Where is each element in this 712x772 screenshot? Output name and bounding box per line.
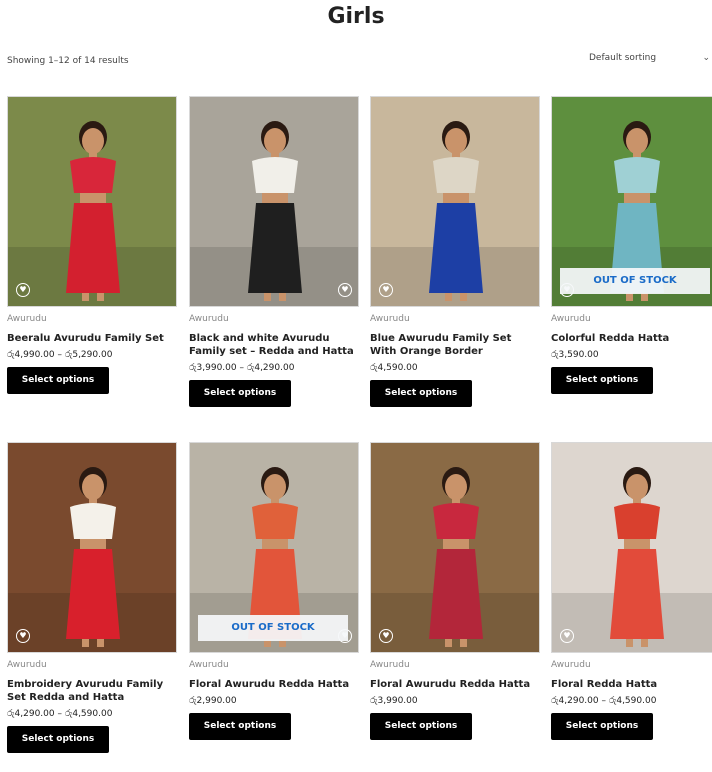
product-image[interactable]: ♥ [7,442,177,653]
product-price: රු4,290.00 – රු4,590.00 [551,696,657,706]
product-category[interactable]: Awurudu [189,314,359,324]
product-card: ♥ Awurudu Beeralu Avurudu Family Set රු4,99… [7,96,177,394]
out-of-stock-badge: OUT OF STOCK [198,615,348,641]
result-count: Showing 1–12 of 14 results [7,56,129,66]
product-card: ♥OUT OF STOCK Awurudu Floral Awurudu Redda… [189,442,359,740]
product-name[interactable]: Floral Awurudu Redda Hatta [189,678,359,691]
product-image[interactable]: ♥ [189,96,359,307]
product-category[interactable]: Awurudu [370,314,540,324]
product-name[interactable]: Black and white Avurudu Family set – Red… [189,332,359,358]
select-options-button[interactable]: Select options [7,367,109,394]
select-options-button[interactable]: Select options [551,713,653,740]
page-title: Girls [327,4,385,29]
select-options-button[interactable]: Select options [551,367,653,394]
brand-watermark-icon: ♥ [379,283,393,297]
product-category[interactable]: Awurudu [189,660,359,670]
product-price: රු4,990.00 – රු5,290.00 [7,350,113,360]
product-image[interactable]: ♥OUT OF STOCK [189,442,359,653]
brand-watermark-icon: ♥ [379,629,393,643]
product-category[interactable]: Awurudu [370,660,540,670]
brand-watermark-icon: ♥ [338,283,352,297]
select-options-button[interactable]: Select options [189,713,291,740]
product-category[interactable]: Awurudu [551,314,712,324]
product-name[interactable]: Beeralu Avurudu Family Set [7,332,177,345]
product-category[interactable]: Awurudu [551,660,712,670]
product-card: ♥ Awurudu Floral Redda Hatta රු4,290.00 – ර… [551,442,712,740]
product-price: රු3,590.00 [551,350,599,360]
product-card: ♥ Awurudu Embroidery Avurudu Family Set Re… [7,442,177,753]
product-image[interactable]: ♥ [370,442,540,653]
brand-watermark-icon: ♥ [560,629,574,643]
product-price: රු3,990.00 – රු4,290.00 [189,363,295,373]
product-image[interactable]: ♥ [551,442,712,653]
product-image[interactable]: ♥ [7,96,177,307]
product-image[interactable]: ♥ [370,96,540,307]
brand-watermark-icon: ♥ [16,283,30,297]
product-card: ♥ Awurudu Black and white Avurudu Family s… [189,96,359,407]
product-price: රු4,290.00 – රු4,590.00 [7,709,113,719]
product-price: රු2,990.00 [189,696,237,706]
select-options-button[interactable]: Select options [370,380,472,407]
sorting-value: Default sorting [589,53,657,63]
product-name[interactable]: Floral Redda Hatta [551,678,712,691]
out-of-stock-badge: OUT OF STOCK [560,268,710,294]
product-name[interactable]: Colorful Redda Hatta [551,332,712,345]
product-price: රු3,990.00 [370,696,418,706]
product-card: ♥ Awurudu Blue Awurudu Family Set With Ora… [370,96,540,407]
product-name[interactable]: Blue Awurudu Family Set With Orange Bord… [370,332,540,358]
product-category[interactable]: Awurudu [7,314,177,324]
product-card: ♥OUT OF STOCK Awurudu Colorful Redda Hatta… [551,96,712,394]
product-image[interactable]: ♥OUT OF STOCK [551,96,712,307]
product-category[interactable]: Awurudu [7,660,177,670]
select-options-button[interactable]: Select options [189,380,291,407]
product-name[interactable]: Embroidery Avurudu Family Set Redda and … [7,678,177,704]
product-card: ♥ Awurudu Floral Awurudu Redda Hatta රු3,99… [370,442,540,740]
sorting-select[interactable]: Default sorting ⌄ [589,53,712,63]
product-name[interactable]: Floral Awurudu Redda Hatta [370,678,540,691]
select-options-button[interactable]: Select options [370,713,472,740]
select-options-button[interactable]: Select options [7,726,109,753]
chevron-down-icon: ⌄ [702,53,710,63]
product-price: රු4,590.00 [370,363,418,373]
brand-watermark-icon: ♥ [16,629,30,643]
